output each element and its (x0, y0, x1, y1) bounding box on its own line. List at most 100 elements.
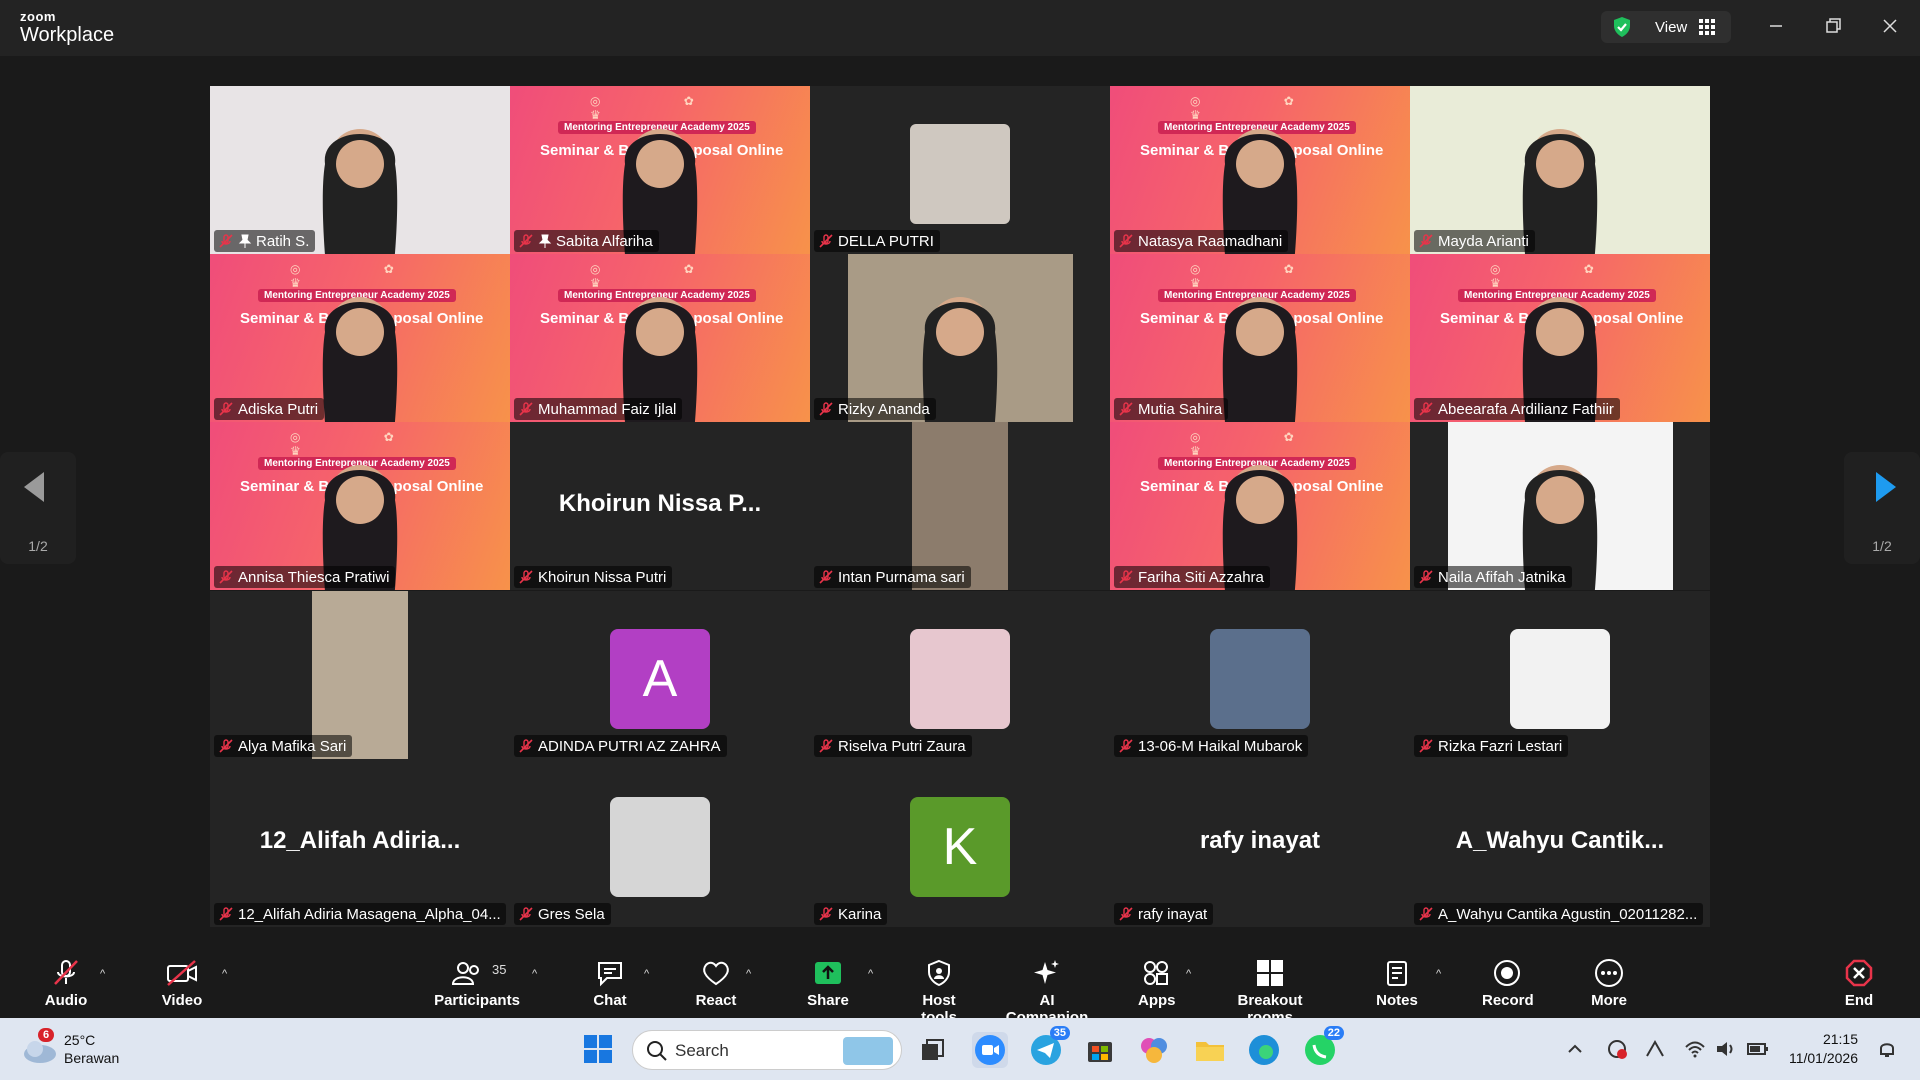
audio-options-caret-icon[interactable]: ^ (100, 968, 105, 980)
share-caret-icon[interactable]: ^ (868, 968, 873, 980)
participant-tile[interactable]: Khoirun Nissa P... Khoirun Nissa Putri (510, 422, 810, 590)
mic-muted-icon (518, 569, 534, 585)
participant-tile[interactable]: Ratih S. (210, 86, 510, 254)
windows-start-icon[interactable] (580, 1031, 616, 1067)
apps-caret-icon[interactable]: ^ (1186, 968, 1191, 980)
previous-page-button[interactable]: 1/2 (0, 452, 76, 564)
participant-tile[interactable]: A_Wahyu Cantik... A_Wahyu Cantika Agustin… (1410, 759, 1710, 927)
whatsapp-app-icon[interactable]: 22 (1302, 1026, 1344, 1068)
notes-caret-icon[interactable]: ^ (1436, 968, 1441, 980)
participant-tile[interactable]: 12_Alifah Adiria... 12_Alifah Adiria Masa… (210, 759, 510, 927)
store-app-icon[interactable] (1082, 1032, 1118, 1068)
close-window-button[interactable] (1876, 12, 1904, 40)
mic-muted-icon (818, 906, 834, 922)
security-shield-icon[interactable] (1611, 16, 1633, 43)
apps-button[interactable]: Apps (1138, 958, 1176, 1014)
mic-muted-icon (218, 233, 234, 249)
participant-avatar (910, 629, 1010, 729)
participant-name: 13-06-M Haikal Mubarok (1138, 737, 1303, 755)
participant-tile[interactable]: Intan Purnama sari (810, 422, 1110, 590)
participant-tile[interactable]: 13-06-M Haikal Mubarok (1110, 591, 1410, 759)
react-label: React (695, 992, 737, 1009)
tray-chevron-up-icon[interactable] (1566, 1040, 1584, 1063)
participant-tile[interactable]: Mayda Arianti (1410, 86, 1710, 254)
participant-tile[interactable]: ◎ ✿ ♛ Mentoring Entrepreneur Academy 2025… (1110, 86, 1410, 254)
edge-browser-icon[interactable] (1246, 1032, 1282, 1068)
ai-companion-button[interactable]: AI Companion (998, 958, 1096, 1026)
breakout-rooms-button[interactable]: Breakout rooms (1214, 958, 1326, 1026)
arrow-left-icon (24, 472, 44, 502)
taskbar-search[interactable]: Search (632, 1030, 902, 1070)
participant-tile[interactable]: ◎ ✿ ♛ Mentoring Entrepreneur Academy 2025… (510, 254, 810, 422)
mic-muted-icon (1118, 906, 1134, 922)
participant-nameplate: Muhammad Faiz Ijlal (514, 398, 683, 420)
zoom-app-icon[interactable] (972, 1032, 1008, 1068)
more-icon (1595, 959, 1623, 987)
participant-avatar: A (610, 629, 710, 729)
end-meeting-button[interactable]: End (1840, 958, 1878, 1014)
participant-tile[interactable]: DELLA PUTRI (810, 86, 1110, 254)
wifi-icon[interactable] (1684, 1038, 1706, 1065)
participants-caret-icon[interactable]: ^ (532, 968, 537, 980)
participant-tile[interactable]: Alya Mafika Sari (210, 591, 510, 759)
audio-button[interactable]: Audio (40, 958, 92, 1014)
pin-icon (538, 234, 552, 248)
host-tools-button[interactable]: Host tools (904, 958, 974, 1026)
more-button[interactable]: More (1588, 958, 1630, 1014)
restore-button[interactable] (1819, 12, 1847, 40)
react-button[interactable]: React (694, 958, 738, 1014)
file-explorer-icon[interactable] (1192, 1032, 1228, 1068)
record-button[interactable]: Record (1482, 958, 1534, 1014)
participant-tile[interactable]: Riselva Putri Zaura (810, 591, 1110, 759)
participant-nameplate: Natasya Raamadhani (1114, 230, 1289, 252)
sparkle-icon (1034, 960, 1059, 984)
telegram-app-icon[interactable]: 35 (1028, 1026, 1070, 1068)
task-view-icon[interactable] (914, 1032, 950, 1068)
chat-caret-icon[interactable]: ^ (644, 968, 649, 980)
participant-nameplate: rafy inayat (1114, 903, 1214, 925)
participant-tile[interactable]: Rizka Fazri Lestari (1410, 591, 1710, 759)
participant-tile[interactable]: rafy inayat rafy inayat (1110, 759, 1410, 927)
participant-tile[interactable]: A ADINDA PUTRI AZ ZAHRA (510, 591, 810, 759)
participant-tile[interactable]: ◎ ✿ ♛ Mentoring Entrepreneur Academy 2025… (510, 86, 810, 254)
video-options-caret-icon[interactable]: ^ (222, 968, 227, 980)
participant-tile[interactable]: Gres Sela (510, 759, 810, 927)
copilot-app-icon[interactable] (1136, 1032, 1172, 1068)
participant-tile[interactable]: ◎ ✿ ♛ Mentoring Entrepreneur Academy 2025… (210, 422, 510, 590)
participant-tile[interactable]: ◎ ✿ ♛ Mentoring Entrepreneur Academy 2025… (1110, 422, 1410, 590)
video-gallery: 1/2 1/2 Ratih S. ◎ ✿ ♛ Mentoring Entrepren… (0, 56, 1920, 946)
battery-icon[interactable] (1746, 1038, 1770, 1065)
mic-muted-icon (1418, 233, 1434, 249)
participants-label: Participants (434, 992, 520, 1009)
participant-tile[interactable]: ◎ ✿ ♛ Mentoring Entrepreneur Academy 2025… (1410, 254, 1710, 422)
chat-button[interactable]: Chat (592, 958, 628, 1014)
tray-network-icon[interactable] (1644, 1038, 1666, 1065)
notification-bell-icon[interactable] (1876, 1038, 1898, 1065)
participant-tile[interactable]: ◎ ✿ ♛ Mentoring Entrepreneur Academy 2025… (1110, 254, 1410, 422)
weather-badge: 6 (38, 1028, 55, 1042)
view-button[interactable]: View (1601, 11, 1731, 43)
search-icon (647, 1041, 667, 1061)
notes-button[interactable]: Notes (1376, 958, 1418, 1014)
participant-tile[interactable]: K Karina (810, 759, 1110, 927)
participant-tile[interactable]: Rizky Ananda (810, 254, 1110, 422)
minimize-button[interactable] (1762, 12, 1790, 40)
participants-button[interactable]: Participants (430, 958, 524, 1014)
volume-icon[interactable] (1714, 1038, 1736, 1065)
participant-tile[interactable]: Naila Afifah Jatnika (1410, 422, 1710, 590)
tray-security-icon[interactable] (1606, 1038, 1628, 1065)
next-page-button[interactable]: 1/2 (1844, 452, 1920, 564)
participant-name: Riselva Putri Zaura (838, 737, 966, 755)
system-clock[interactable]: 21:15 11/01/2026 (1789, 1030, 1858, 1068)
mic-muted-icon (218, 401, 234, 417)
participant-name: Mutia Sahira (1138, 400, 1223, 418)
participant-nameplate: Rizky Ananda (814, 398, 936, 420)
share-button[interactable]: Share (806, 958, 850, 1014)
react-caret-icon[interactable]: ^ (746, 968, 751, 980)
participant-nameplate: Sabita Alfariha (514, 230, 659, 252)
participant-nameplate: Mayda Arianti (1414, 230, 1535, 252)
video-button[interactable]: Video (160, 958, 204, 1014)
participant-tile[interactable]: ◎ ✿ ♛ Mentoring Entrepreneur Academy 2025… (210, 254, 510, 422)
more-label: More (1591, 992, 1627, 1009)
record-label: Record (1482, 992, 1534, 1009)
